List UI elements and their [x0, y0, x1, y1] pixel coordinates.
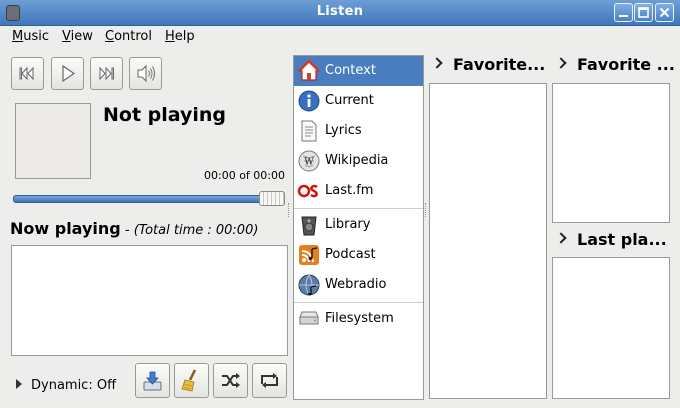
separator	[294, 302, 423, 303]
volume-icon	[137, 64, 155, 83]
expander-arrow-icon[interactable]	[16, 379, 22, 389]
pane-resize-handle[interactable]	[425, 203, 428, 217]
source-item-library[interactable]: Library	[294, 210, 423, 240]
chevron-right-icon	[555, 57, 567, 69]
source-item-filesystem[interactable]: Filesystem	[294, 304, 423, 334]
source-label: Podcast	[325, 247, 376, 262]
next-track-icon	[99, 66, 114, 81]
last-played-list[interactable]	[552, 257, 670, 399]
previous-track-button[interactable]	[11, 57, 44, 90]
seek-slider[interactable]	[13, 195, 285, 203]
play-button[interactable]	[51, 57, 84, 90]
source-label: Filesystem	[325, 311, 394, 326]
save-playlist-button[interactable]	[135, 363, 170, 398]
repeat-icon	[261, 373, 278, 388]
close-icon	[659, 7, 670, 18]
title-bar[interactable]: Listen	[0, 0, 680, 26]
shuffle-button[interactable]	[213, 363, 248, 398]
svg-text:W: W	[304, 158, 314, 168]
library-icon	[301, 216, 317, 236]
maximize-icon	[638, 7, 649, 18]
source-item-lyrics[interactable]: Lyrics	[294, 116, 423, 146]
minimize-button[interactable]	[614, 3, 633, 22]
clear-playlist-button[interactable]	[174, 363, 209, 398]
home-icon	[298, 59, 320, 81]
source-label: Wikipedia	[325, 153, 389, 168]
menu-view[interactable]: View	[62, 29, 93, 44]
source-label: Context	[325, 63, 376, 78]
listen-window: Listen Music View Control Help Not playi…	[0, 0, 680, 408]
source-item-context[interactable]: Context	[294, 56, 423, 86]
source-item-wikipedia[interactable]: W Wikipedia	[294, 146, 423, 176]
favorites-pane-header[interactable]: Favorite...	[431, 55, 546, 74]
menu-music[interactable]: Music	[12, 29, 49, 44]
info-icon	[298, 90, 320, 112]
favorites-list[interactable]	[552, 83, 670, 223]
source-item-lastfm[interactable]: Last.fm	[294, 176, 423, 206]
wikipedia-icon: W	[298, 150, 320, 172]
album-cover	[15, 103, 91, 179]
last-played-pane-header[interactable]: Last pla...	[555, 230, 667, 249]
play-icon	[62, 64, 76, 83]
previous-track-icon	[19, 66, 34, 81]
close-button[interactable]	[655, 3, 674, 22]
drive-icon	[299, 311, 319, 325]
favorites-list[interactable]	[429, 83, 547, 399]
source-label: Library	[325, 217, 371, 232]
now-playing-header: Now playing - (Total time : 00:00)	[10, 219, 258, 238]
menu-control[interactable]: Control	[105, 29, 152, 44]
pane-title: Last pla...	[577, 230, 667, 249]
source-item-webradio[interactable]: Webradio	[294, 270, 423, 300]
document-icon	[301, 120, 317, 142]
time-display: 00:00 of 00:00	[204, 169, 285, 182]
maximize-button[interactable]	[634, 3, 653, 22]
menu-help[interactable]: Help	[165, 29, 195, 44]
clear-playlist-icon	[181, 369, 197, 392]
favorites-pane-header[interactable]: Favorite ...	[555, 55, 675, 74]
podcast-icon	[299, 245, 319, 265]
chevron-right-icon	[431, 57, 443, 69]
next-track-button[interactable]	[90, 57, 123, 90]
dynamic-toggle[interactable]: Dynamic: Off	[16, 378, 116, 393]
shuffle-icon	[222, 373, 240, 388]
seek-slider-handle[interactable]	[259, 191, 285, 206]
repeat-button[interactable]	[252, 363, 287, 398]
globe-icon	[298, 274, 320, 296]
save-playlist-icon	[143, 371, 162, 391]
total-time-text: - (Total time : 00:00)	[124, 223, 259, 238]
pane-resize-handle[interactable]	[288, 203, 291, 217]
source-label: Webradio	[325, 277, 387, 292]
volume-button[interactable]	[129, 57, 162, 90]
pane-title: Favorite ...	[577, 55, 675, 74]
source-label: Lyrics	[325, 123, 362, 138]
lastfm-icon	[297, 184, 318, 198]
menu-bar: Music View Control Help	[0, 26, 680, 48]
window-title: Listen	[316, 4, 364, 19]
track-title: Not playing	[103, 104, 227, 126]
separator	[294, 208, 423, 209]
dynamic-label: Dynamic: Off	[31, 378, 117, 393]
chevron-right-icon	[555, 232, 567, 244]
playlist[interactable]	[11, 245, 288, 356]
minimize-icon	[619, 15, 628, 17]
now-playing-heading: Now playing	[10, 219, 121, 238]
source-item-current[interactable]: Current	[294, 86, 423, 116]
source-label: Current	[325, 93, 374, 108]
sources-list[interactable]: Context Current Lyrics W Wikipedia Last.…	[293, 55, 424, 400]
source-item-podcast[interactable]: Podcast	[294, 240, 423, 270]
total-time: - (Total time : 00:00)	[125, 223, 259, 238]
pane-title: Favorite...	[453, 55, 546, 74]
source-label: Last.fm	[325, 183, 374, 198]
